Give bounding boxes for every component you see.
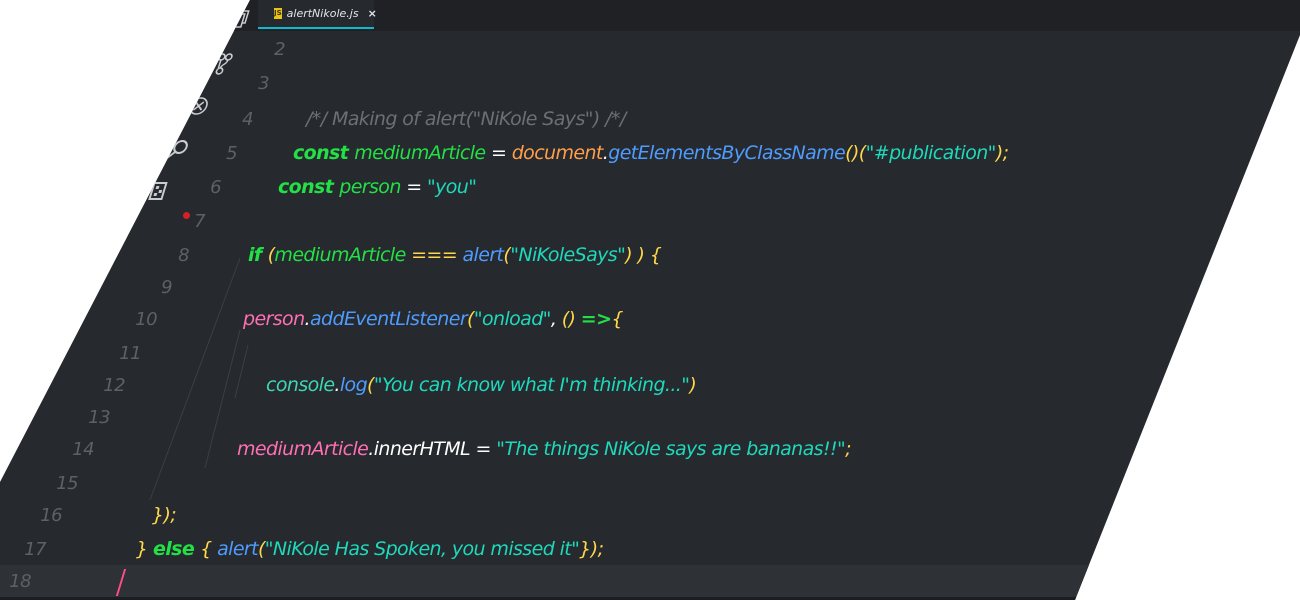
- code-text: /*/ Making of alert("NiKole Says") /*/: [306, 108, 626, 130]
- code-token: log: [339, 374, 368, 396]
- code-token: ;: [845, 438, 851, 460]
- line-number: 17: [24, 538, 46, 560]
- code-editor-panel: JS alertNikole.js × 2 3 4/*/ Making of ale…: [0, 0, 1300, 600]
- code-line[interactable]: 2: [0, 32, 1300, 66]
- line-number: 5: [226, 142, 237, 164]
- code-line[interactable]: 16});: [0, 498, 1300, 532]
- code-token: person: [243, 308, 305, 330]
- code-token: "onload": [473, 308, 552, 330]
- code-line[interactable]: 12 console.log("You can know what I'm thi…: [0, 368, 1300, 402]
- line-number: 6: [210, 176, 221, 198]
- code-line[interactable]: 11: [0, 336, 1300, 370]
- code-line[interactable]: 13: [0, 400, 1300, 434]
- code-token: alert: [462, 244, 504, 266]
- code-token: "The things NiKole says are bananas!!": [496, 438, 846, 460]
- code-line[interactable]: 17} else { alert("NiKole Has Spoken, you…: [0, 532, 1300, 566]
- code-token: (): [561, 308, 581, 330]
- code-token: "You can know what I'm thinking...": [373, 374, 690, 396]
- code-token: getElementsByClassName: [608, 142, 846, 164]
- code-token: innerHTML: [373, 438, 471, 460]
- code-token: =: [400, 176, 427, 198]
- line-number: 13: [88, 406, 110, 428]
- code-text: const mediumArticle = document.getElemen…: [293, 142, 1009, 164]
- line-number: 4: [242, 108, 253, 130]
- code-text: if (mediumArticle === alert("NiKoleSays"…: [248, 244, 662, 266]
- code-token: ,: [550, 308, 562, 330]
- code-token: });: [152, 504, 177, 526]
- code-token: ===: [405, 244, 463, 266]
- line-number: 10: [135, 308, 157, 330]
- code-token: }: [136, 538, 153, 560]
- code-token: person: [339, 176, 401, 198]
- line-number: 16: [40, 504, 62, 526]
- code-token: Making of alert("NiKole Says"): [326, 108, 606, 130]
- line-number: 8: [178, 244, 189, 266]
- code-token: alert: [217, 538, 258, 560]
- code-line[interactable]: 15: [0, 466, 1300, 500]
- line-number: 18: [9, 570, 31, 592]
- code-token: (: [367, 374, 374, 396]
- code-token: ): [851, 142, 859, 164]
- code-line[interactable]: 6 const person = "you": [0, 170, 1300, 204]
- code-line[interactable]: 9: [0, 270, 1300, 304]
- code-line[interactable]: 8 if (mediumArticle === alert("NiKoleSays…: [0, 238, 1300, 272]
- line-number: 14: [72, 438, 94, 460]
- code-line[interactable]: 14 mediumArticle.innerHTML = "The things …: [0, 432, 1300, 466]
- code-token: else: [152, 538, 201, 560]
- code-token: /*/: [605, 108, 626, 130]
- code-text: const person = "you": [278, 176, 477, 198]
- line-number: 12: [103, 374, 125, 396]
- code-token: document: [511, 142, 604, 164]
- code-text: });: [152, 504, 177, 526]
- line-number: 11: [119, 342, 141, 364]
- code-token: "#publication": [865, 142, 997, 164]
- code-token: if: [248, 244, 268, 266]
- code-token: "NiKole Has Spoken, you missed it": [264, 538, 580, 560]
- code-token: ) ) {: [625, 244, 662, 266]
- code-token: ): [689, 374, 697, 396]
- code-text: } else { alert("NiKole Has Spoken, you m…: [136, 538, 604, 560]
- code-token: mediumArticle: [237, 438, 369, 460]
- code-token: "NiKoleSays": [510, 244, 626, 266]
- code-text: mediumArticle.innerHTML = "The things Ni…: [237, 438, 852, 460]
- code-line[interactable]: 4 /*/ Making of alert("NiKole Says") /*/: [0, 102, 1300, 136]
- code-line[interactable]: 7: [0, 204, 1300, 238]
- code-line[interactable]: 10 person.addEventListener("onload", () =…: [0, 302, 1300, 336]
- code-token: /*/: [306, 108, 327, 130]
- code-line[interactable]: 3: [0, 66, 1300, 100]
- code-token: );: [995, 142, 1009, 164]
- code-line[interactable]: 5 const mediumArticle = document.getEleme…: [0, 136, 1300, 170]
- code-token: =: [470, 438, 497, 460]
- code-token: (: [257, 538, 265, 560]
- code-token: =>: [580, 308, 612, 330]
- code-token: mediumArticle: [354, 142, 486, 164]
- code-text: console.log("You can know what I'm think…: [266, 374, 697, 396]
- code-token: {: [611, 308, 623, 330]
- code-token: "you": [426, 176, 477, 198]
- line-number: 3: [258, 72, 269, 94]
- code-token: const: [293, 142, 355, 164]
- code-token: {: [200, 538, 218, 560]
- code-token: });: [579, 538, 604, 560]
- code-token: console: [266, 374, 335, 396]
- line-number: 7: [194, 210, 205, 232]
- code-token: mediumArticle: [274, 244, 406, 266]
- code-token: (: [467, 308, 474, 330]
- line-number: 2: [274, 38, 285, 60]
- line-number: 9: [161, 276, 172, 298]
- code-token: (: [858, 142, 866, 164]
- code-token: =: [485, 142, 512, 164]
- screenshot-stage: JS alertNikole.js × 2 3 4/*/ Making of ale…: [0, 0, 1300, 600]
- code-line[interactable]: 18: [0, 564, 1300, 598]
- line-number: 15: [56, 472, 78, 494]
- code-token: (: [845, 142, 852, 164]
- code-token: addEventListener: [309, 308, 468, 330]
- code-text: person.addEventListener("onload", () =>{: [243, 308, 623, 330]
- code-token: const: [278, 176, 340, 198]
